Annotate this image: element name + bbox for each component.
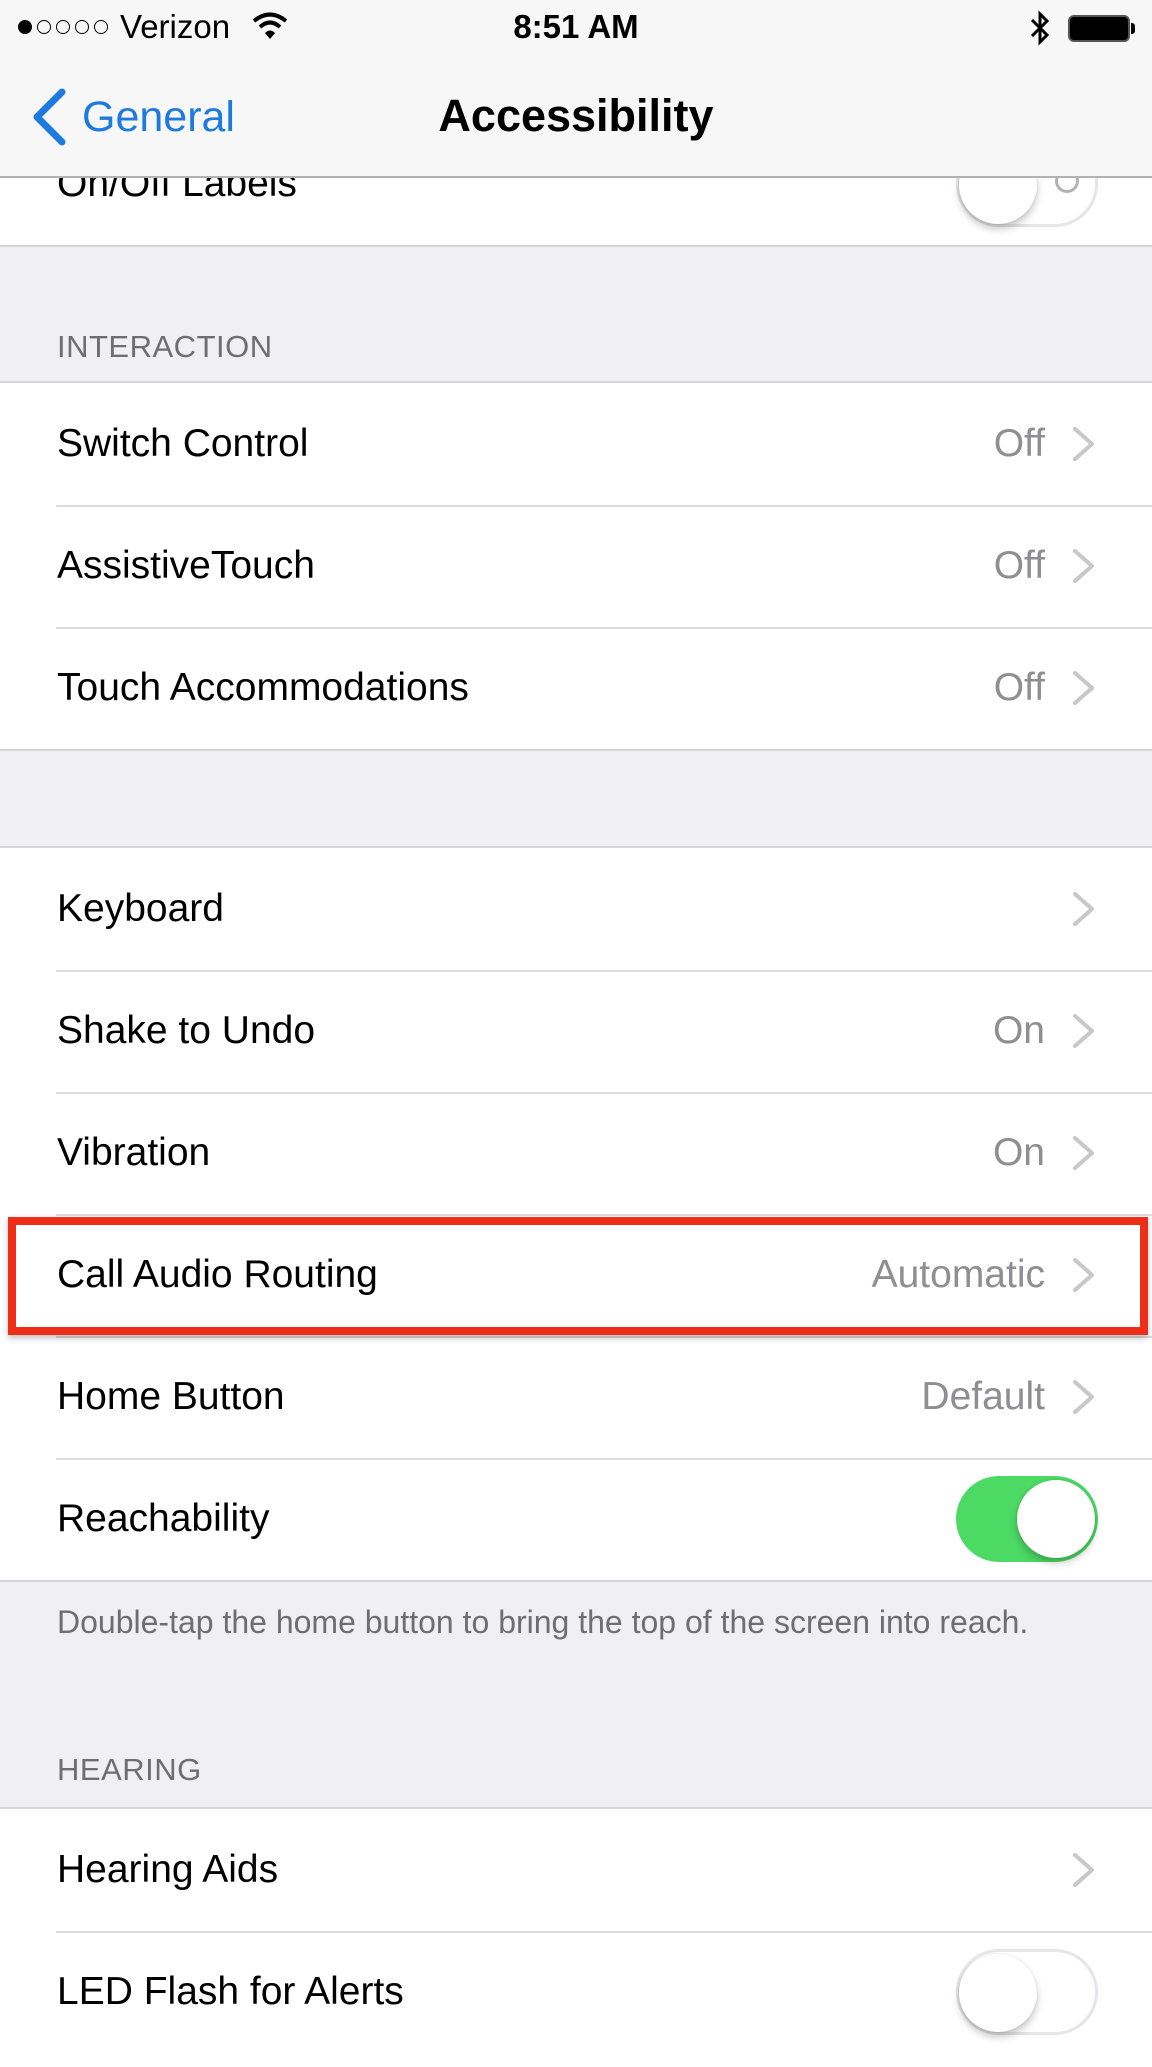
settings-row-vibration[interactable]: Vibration On <box>0 1092 1152 1214</box>
row-label: Call Audio Routing <box>57 1253 378 1296</box>
chevron-right-icon <box>1073 427 1094 461</box>
settings-row-touch-accommodations[interactable]: Touch Accommodations Off <box>0 627 1152 749</box>
settings-list: On/Off Labels INTERACTION Switch Control… <box>0 0 1152 2067</box>
row-value: On <box>992 1131 1045 1174</box>
row-label: Touch Accommodations <box>57 666 469 709</box>
row-label: Keyboard <box>57 887 224 930</box>
row-label: Hearing Aids <box>57 1848 279 1891</box>
toggle-knob <box>1017 1480 1095 1558</box>
settings-row-led-flash: LED Flash for Alerts <box>0 1931 1152 2053</box>
settings-row-shake-to-undo[interactable]: Shake to Undo On <box>0 970 1152 1092</box>
row-label: Home Button <box>57 1375 285 1418</box>
toggle-knob <box>959 1954 1037 2032</box>
battery-icon <box>1068 15 1130 42</box>
settings-row-keyboard[interactable]: Keyboard <box>0 848 1152 970</box>
row-label: Reachability <box>57 1497 270 1540</box>
row-value: Off <box>993 666 1045 709</box>
section-header-hearing: HEARING <box>57 1752 202 1787</box>
settings-row-assistivetouch[interactable]: AssistiveTouch Off <box>0 505 1152 627</box>
chevron-right-icon <box>1073 1380 1094 1414</box>
reachability-footer: Double-tap the home button to bring the … <box>57 1604 1029 1640</box>
chevron-right-icon <box>1073 1014 1094 1048</box>
row-value: Automatic <box>871 1253 1045 1296</box>
battery-nub <box>1131 23 1135 34</box>
led-flash-toggle[interactable] <box>956 1949 1098 2035</box>
page-title: Accessibility <box>438 90 714 141</box>
settings-row-switch-control[interactable]: Switch Control Off <box>0 383 1152 505</box>
interaction-group: Switch Control Off AssistiveTouch Off To… <box>0 381 1152 751</box>
settings-row-hearing-aids[interactable]: Hearing Aids <box>0 1809 1152 1931</box>
row-value: Default <box>921 1375 1045 1418</box>
row-value: Off <box>993 544 1045 587</box>
settings-row-home-button[interactable]: Home Button Default <box>0 1336 1152 1458</box>
row-label: Shake to Undo <box>57 1009 316 1052</box>
navigation-bar: Verizon 8:51 AM General Accessibility <box>0 0 1152 178</box>
chevron-right-icon <box>1073 549 1094 583</box>
chevron-right-icon <box>1073 1258 1094 1292</box>
chevron-right-icon <box>1073 892 1094 926</box>
settings-row-call-audio-routing[interactable]: Call Audio Routing Automatic <box>0 1214 1152 1336</box>
row-value: On <box>992 1009 1045 1052</box>
chevron-right-icon <box>1073 1136 1094 1170</box>
section-header-interaction: INTERACTION <box>57 329 273 364</box>
row-label: Vibration <box>57 1131 211 1174</box>
chevron-right-icon <box>1073 1853 1094 1887</box>
bluetooth-icon <box>1030 10 1050 46</box>
settings-row-reachability: Reachability <box>0 1458 1152 1580</box>
misc-group: Keyboard Shake to Undo On Vibration On C… <box>0 846 1152 1582</box>
row-label: Switch Control <box>57 422 309 465</box>
row-label: AssistiveTouch <box>57 544 315 587</box>
hearing-group: Hearing Aids LED Flash for Alerts <box>0 1807 1152 2067</box>
reachability-toggle[interactable] <box>956 1476 1098 1562</box>
row-label: LED Flash for Alerts <box>57 1970 404 2013</box>
row-value: Off <box>993 422 1045 465</box>
chevron-right-icon <box>1073 671 1094 705</box>
status-time: 8:51 AM <box>513 8 639 45</box>
